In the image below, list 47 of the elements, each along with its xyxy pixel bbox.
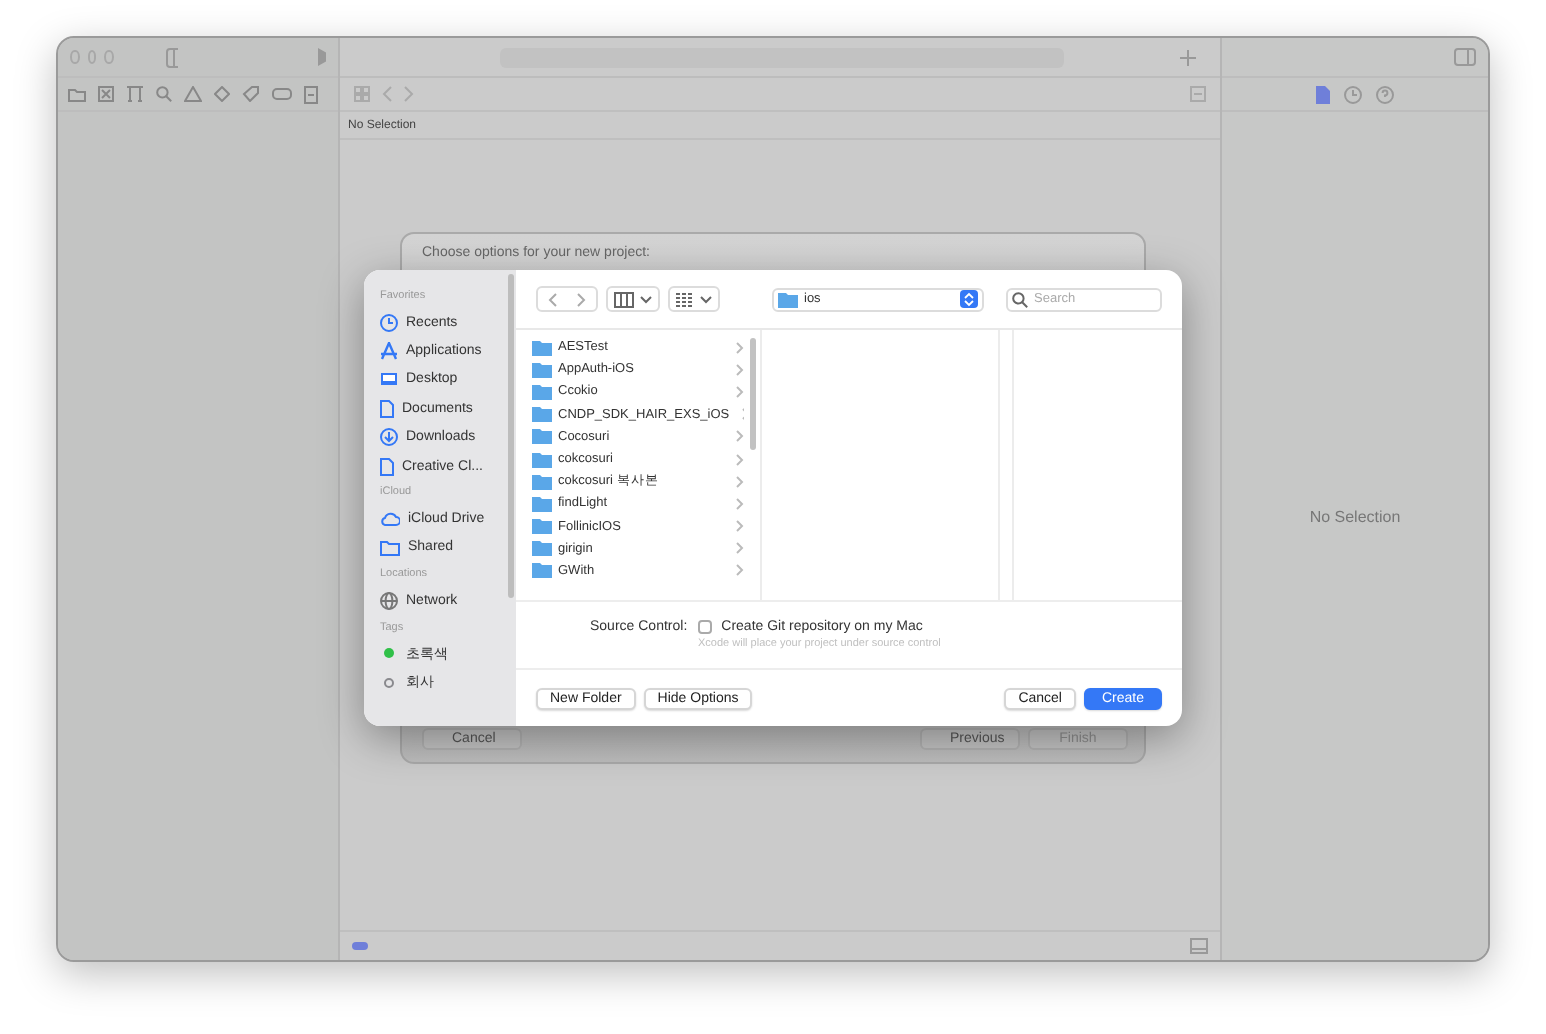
back-chevron-icon[interactable] [382,86,392,102]
group-dropdown[interactable] [668,286,720,312]
clock-icon [380,313,398,332]
search-icon[interactable] [156,86,172,102]
search-icon [1012,291,1028,307]
document-icon [380,399,394,418]
rectangle-icon[interactable] [272,88,292,100]
desktop-icon [380,371,398,388]
split-editor-icon[interactable] [1190,86,1206,102]
grid-icon [676,291,694,307]
filter-icon[interactable] [352,942,368,950]
file-icon[interactable] [1316,85,1330,103]
shared-folder-icon [380,539,400,556]
tag-icon[interactable] [242,86,260,102]
x-square-icon[interactable] [98,86,114,102]
diamond-icon[interactable] [214,86,230,102]
plus-icon[interactable] [1180,49,1196,65]
play-icon[interactable] [317,48,327,66]
folder-icon [778,291,798,307]
forward-chevron-icon[interactable] [404,86,414,102]
minimize-button[interactable] [87,50,97,64]
scrollbar-thumb[interactable] [508,274,514,598]
stepper-icon [960,290,978,308]
inspector-toggle-icon[interactable] [1454,48,1476,66]
warning-icon[interactable] [184,86,202,102]
cloud-icon [380,512,400,527]
close-button[interactable] [70,50,80,64]
git-checkbox[interactable] [697,620,712,634]
view-mode-dropdown[interactable] [606,286,660,312]
document-icon [380,457,394,476]
caret-icon [640,295,652,303]
document-icon[interactable] [304,85,318,103]
panel-toggle-icon[interactable] [1190,938,1208,954]
scrollbar-thumb[interactable] [750,338,756,450]
columns-icon [614,291,634,307]
grid-icon[interactable] [354,86,370,102]
download-icon [380,428,398,447]
hierarchy-icon[interactable] [126,86,144,102]
globe-icon [380,591,398,610]
zoom-button[interactable] [104,50,114,64]
folder-icon[interactable] [68,87,86,101]
help-icon[interactable] [1376,85,1394,103]
clock-icon[interactable] [1344,85,1362,103]
caret-icon [700,295,712,303]
apps-icon [380,342,398,361]
no-selection-text: No Selection [1309,507,1401,525]
sidebar-toggle-icon[interactable] [165,47,178,67]
